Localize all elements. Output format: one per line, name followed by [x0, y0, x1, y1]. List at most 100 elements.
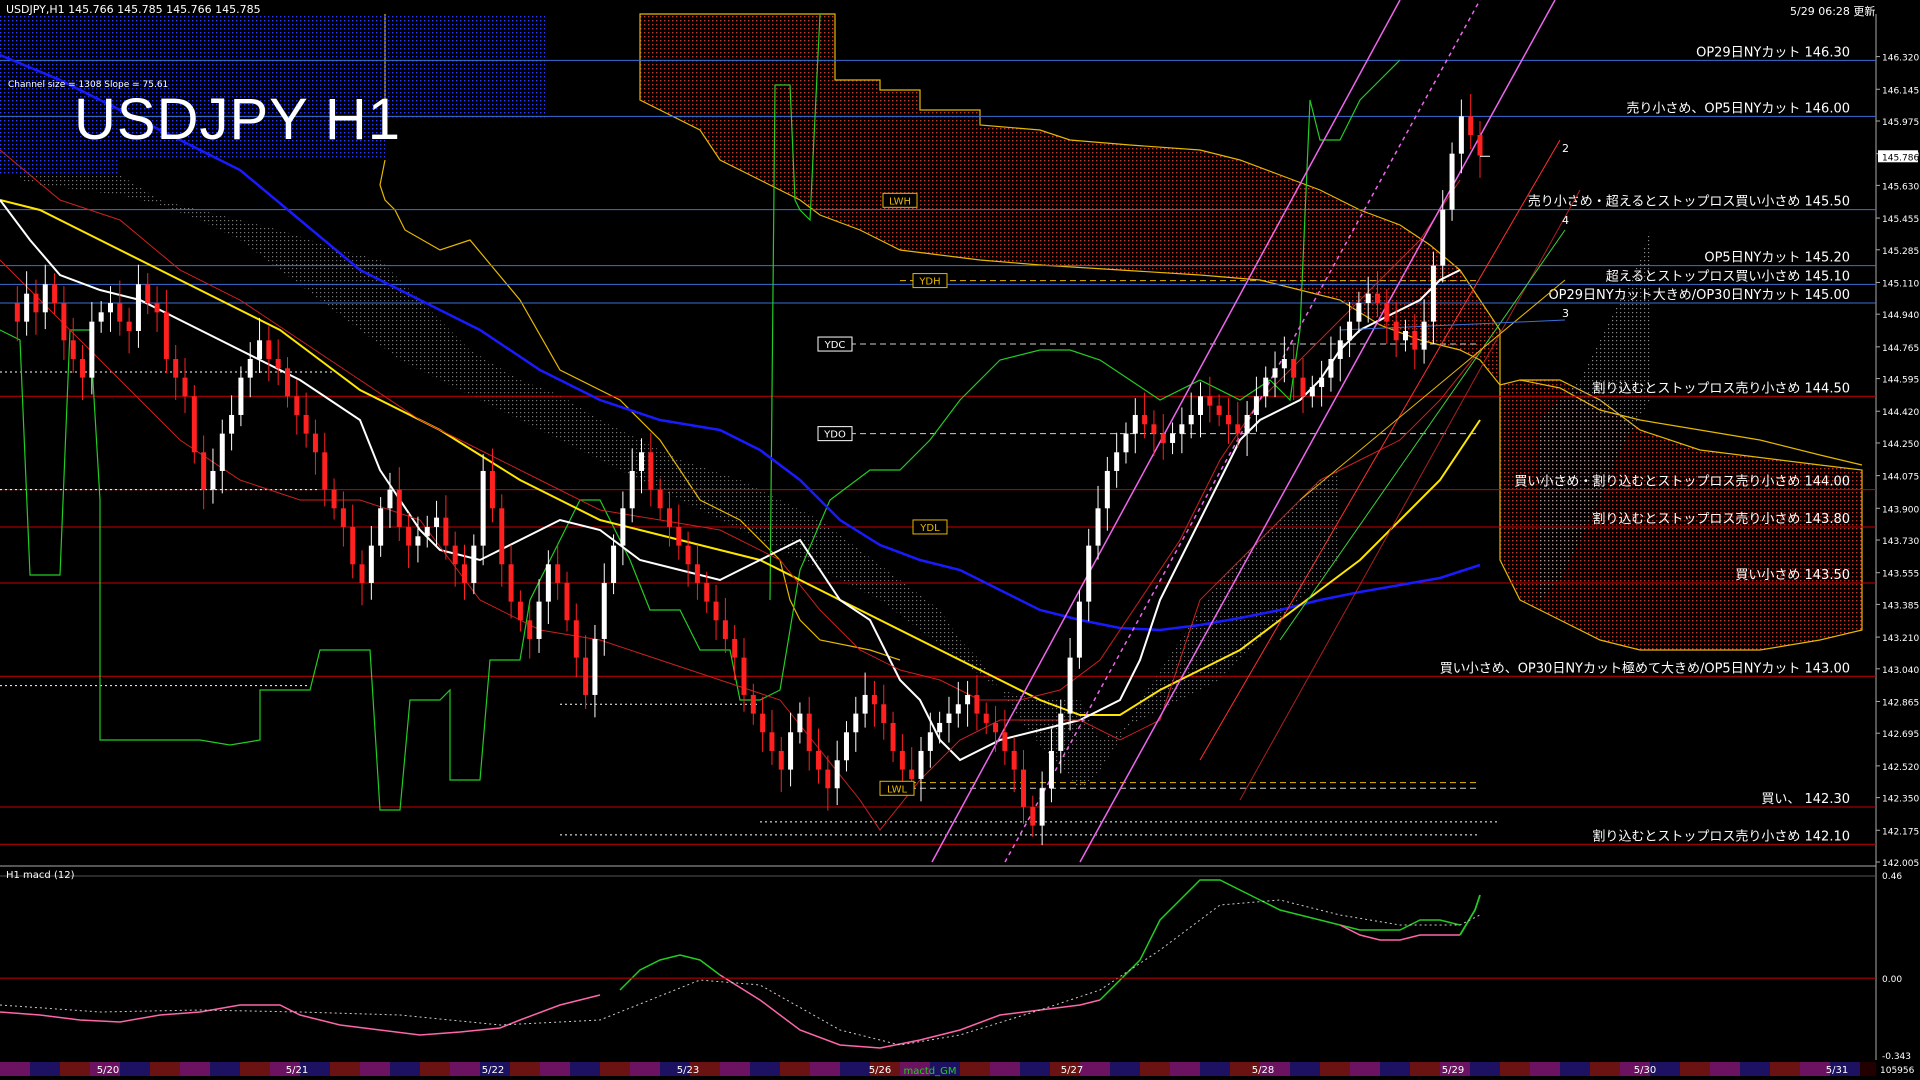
candle-body [1235, 424, 1241, 434]
date-bar-seg [1020, 1062, 1050, 1076]
price-tick-label: 142.520 [1882, 763, 1919, 773]
candle-body [592, 638, 598, 695]
candle-body [14, 302, 20, 322]
candle-body [769, 732, 775, 751]
candle-body [443, 517, 449, 546]
date-bar-seg [840, 1062, 870, 1076]
candle-body [1468, 116, 1474, 135]
date-bar-seg [1770, 1062, 1800, 1076]
candle-body [154, 302, 160, 313]
date-bar-seg [1320, 1062, 1350, 1076]
level-label: 売り小さめ、OP5日NYカット 146.00 [1626, 100, 1850, 116]
price-tick-label: 142.865 [1882, 698, 1919, 708]
candle-body [797, 713, 803, 733]
candle-body [126, 321, 132, 331]
date-label: 5/30 [1634, 1065, 1656, 1076]
date-bar-seg [0, 1062, 30, 1076]
candle-body [517, 601, 523, 621]
price-tick-label: 143.040 [1882, 666, 1919, 676]
macd-label: H1 macd (12) [6, 870, 75, 881]
price-tick-label: 144.250 [1882, 440, 1919, 450]
candle-body [1263, 377, 1269, 397]
date-bar-seg [1740, 1062, 1770, 1076]
candle-body [33, 293, 39, 313]
candle-body [480, 470, 486, 546]
date-bar-seg [1110, 1062, 1140, 1076]
candle-body [1291, 358, 1297, 378]
date-bar-seg [330, 1062, 360, 1076]
candle-body [816, 750, 822, 770]
candle-body [564, 582, 570, 621]
candle-body [471, 545, 477, 583]
candle-body [61, 302, 67, 341]
level-label: 買い、 142.30 [1761, 792, 1850, 807]
candle-body [1142, 414, 1148, 425]
date-label: 5/28 [1252, 1065, 1274, 1076]
candle-body [508, 564, 514, 602]
candle-body [284, 368, 290, 397]
candle-body [778, 750, 784, 770]
candle-body [611, 545, 617, 583]
candle-body [694, 564, 700, 583]
candle-body [1458, 116, 1464, 154]
candle-body [145, 284, 151, 303]
date-bar-seg [600, 1062, 630, 1076]
candle-body [1375, 293, 1381, 303]
candle-body [629, 470, 635, 509]
candle-body [247, 358, 253, 378]
candle-body [1477, 134, 1483, 156]
date-bar-seg [570, 1062, 600, 1076]
candle-body [396, 489, 402, 527]
candle-body [545, 564, 551, 602]
channel-label: 3 [1562, 307, 1569, 320]
level-label: OP29日NYカット 146.30 [1696, 45, 1850, 60]
candle-body [191, 396, 197, 453]
candle-body [1030, 806, 1036, 826]
level-label: 割り込むとストップロス売り小さめ 144.50 [1592, 380, 1850, 396]
candle-body [275, 358, 281, 369]
candle-body [415, 536, 421, 546]
candle-body [368, 545, 374, 583]
candle-body [1337, 340, 1343, 359]
level-label: OP5日NYカット 145.20 [1704, 251, 1850, 266]
candle-body [704, 582, 710, 602]
date-bar-seg [1410, 1062, 1440, 1076]
price-tick-label: 146.320 [1882, 54, 1919, 64]
candle-body [201, 452, 207, 490]
candle-body [871, 694, 877, 705]
candle-body [294, 396, 300, 415]
candle-body [909, 769, 915, 779]
candle-body [620, 508, 626, 546]
candle-body [657, 489, 663, 509]
candle-body [1104, 470, 1110, 509]
candle-body [732, 638, 738, 658]
candle-body [42, 284, 48, 313]
timestamp: 5/29 06:28 更新 [1790, 5, 1876, 18]
candle-body [1253, 396, 1259, 415]
candle-body [238, 377, 244, 415]
marker-label: YDL [919, 523, 940, 534]
candle-body [350, 526, 356, 565]
candle-body [760, 713, 766, 733]
candle-body [1319, 377, 1325, 387]
candle-body [1440, 209, 1446, 266]
candle-body [1272, 368, 1278, 378]
candle-body [98, 312, 104, 322]
candle-body [1449, 153, 1455, 210]
candle-body [1058, 713, 1064, 751]
candle-body [666, 508, 672, 527]
price-tick-label: 145.630 [1882, 182, 1919, 192]
candle-body [266, 340, 272, 359]
marker-label: YDC [824, 340, 846, 351]
candle-body [24, 293, 30, 322]
candle-body [331, 489, 337, 509]
price-tick-label: 143.730 [1882, 537, 1919, 547]
candle-body [890, 722, 896, 751]
candle-body [173, 358, 179, 378]
date-bar-seg [30, 1062, 60, 1076]
date-bar-seg [60, 1062, 90, 1076]
candle-body [1114, 452, 1120, 471]
date-bar-seg [780, 1062, 810, 1076]
date-bar-seg [1200, 1062, 1230, 1076]
candle-body [1179, 424, 1185, 434]
